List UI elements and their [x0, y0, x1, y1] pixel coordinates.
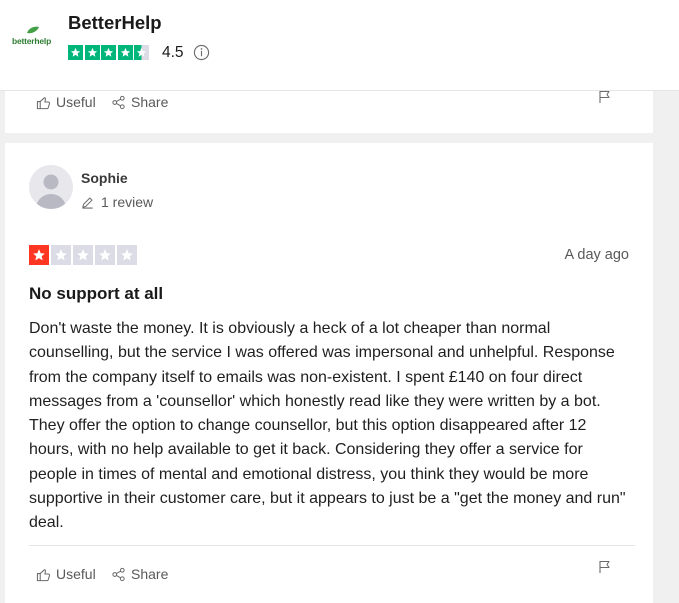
star-icon: [117, 45, 133, 60]
review-star-rating: [29, 245, 139, 265]
pencil-icon: [82, 197, 93, 209]
rating-value: 4.5: [162, 44, 184, 61]
share-icon: [112, 95, 125, 109]
review-body: Don't waste the money. It is obviously a…: [29, 320, 626, 532]
useful-button[interactable]: Useful: [36, 566, 96, 582]
user-avatar-icon: [36, 174, 66, 209]
half-star-icon: [134, 45, 149, 60]
useful-button[interactable]: Useful: [36, 94, 96, 110]
company-header: betterhelp BetterHelp 4.5: [0, 0, 679, 91]
star-icon: [73, 245, 93, 265]
reviewer-name[interactable]: Sophie: [81, 170, 128, 186]
logo-text: betterhelp: [12, 36, 52, 46]
star-icon: [117, 245, 137, 265]
star-icon: [29, 245, 49, 265]
info-icon[interactable]: [193, 44, 210, 61]
share-button[interactable]: Share: [111, 94, 168, 110]
previous-review-card: Useful Share: [5, 90, 653, 133]
flag-icon[interactable]: [598, 560, 612, 574]
leaf-icon: [27, 26, 39, 34]
star-icon: [101, 45, 116, 60]
review-count: 1 review: [81, 194, 153, 210]
review-card: Sophie 1 review A day ago No support at …: [5, 143, 653, 603]
company-name[interactable]: BetterHelp: [68, 12, 162, 34]
star-icon: [68, 45, 83, 60]
star-icon: [84, 45, 100, 60]
company-logo[interactable]: betterhelp: [12, 26, 56, 48]
company-star-rating: [68, 45, 151, 60]
avatar[interactable]: [29, 165, 73, 209]
share-label: Share: [131, 566, 169, 582]
flag-icon[interactable]: [598, 90, 612, 104]
share-icon: [112, 567, 125, 581]
thumbs-up-icon: [36, 96, 51, 109]
review-title[interactable]: No support at all: [29, 284, 163, 304]
share-button[interactable]: Share: [111, 566, 168, 582]
thumbs-up-icon: [36, 568, 51, 581]
divider: [29, 545, 635, 546]
useful-label: Useful: [56, 566, 96, 582]
star-icon: [51, 245, 71, 265]
useful-label: Useful: [56, 94, 96, 110]
review-date: A day ago: [564, 247, 630, 263]
share-label: Share: [131, 94, 169, 110]
review-count-label: 1 review: [101, 194, 154, 210]
star-icon: [95, 245, 115, 265]
